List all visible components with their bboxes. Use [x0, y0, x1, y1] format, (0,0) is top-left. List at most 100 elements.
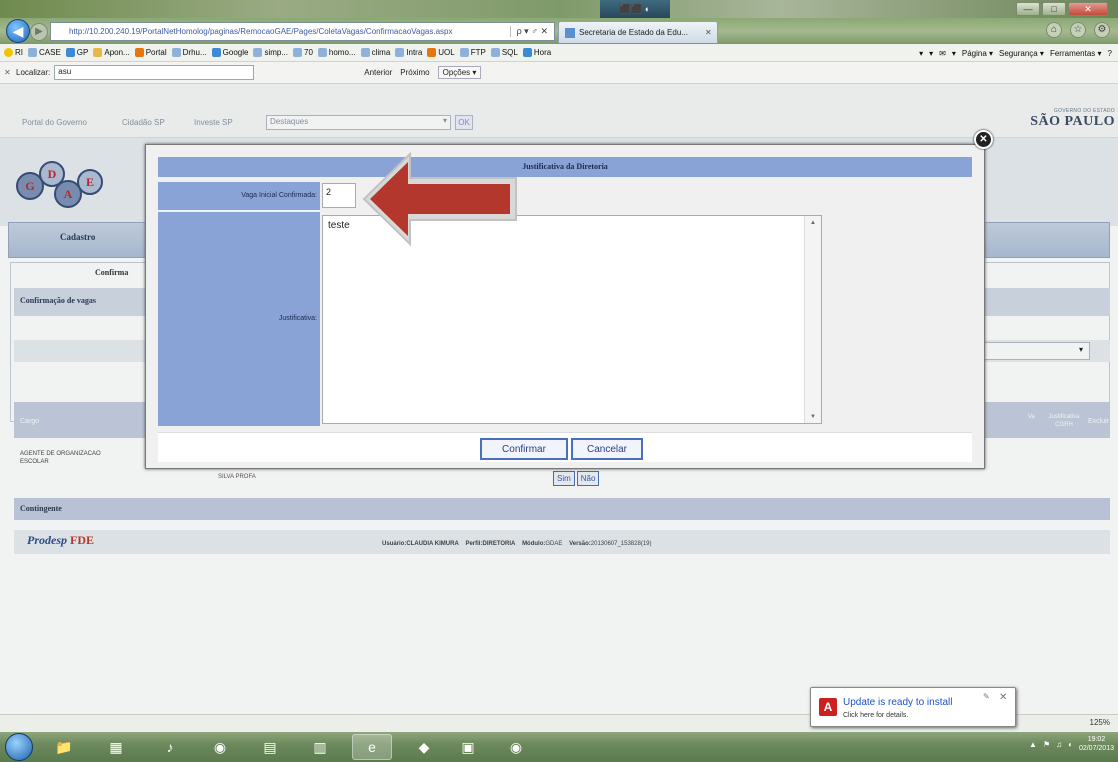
page-icon: [427, 48, 437, 57]
scroll-up-icon[interactable]: ▲: [810, 220, 816, 226]
page-icon: [490, 48, 500, 57]
page-icon: [28, 48, 37, 57]
tab-close-icon[interactable]: ✕: [705, 28, 717, 37]
favorite-sql[interactable]: SQL: [490, 48, 518, 57]
browser-tab-active[interactable]: Secretaria de Estado da Edu... ✕: [558, 21, 718, 43]
find-options-button[interactable]: Opções ▾: [437, 66, 482, 79]
textarea-scrollbar[interactable]: ▲ ▼: [804, 216, 821, 423]
find-input[interactable]: asu: [54, 65, 255, 80]
taskbar-app-icon[interactable]: ◉: [496, 734, 536, 760]
favorite-apon[interactable]: Apon...: [93, 48, 130, 57]
favorite-hora[interactable]: Hora: [522, 48, 551, 57]
annotation-arrow-icon: [362, 151, 517, 247]
page-icon: [293, 48, 302, 57]
page-icon: [522, 48, 532, 57]
page-icon: [211, 48, 221, 57]
close-window-button[interactable]: ✕: [1068, 2, 1108, 16]
tray-volume-icon[interactable]: ♫: [1056, 740, 1062, 749]
favorite-drhu[interactable]: Drhu...: [171, 48, 207, 57]
favorite-homo[interactable]: homo...: [317, 48, 356, 57]
find-close-icon[interactable]: ✕: [4, 68, 14, 77]
justificativa-label: Justificativa:: [158, 212, 320, 426]
minimize-button[interactable]: —: [1016, 2, 1040, 16]
windows-taskbar: 📁 ▦ ♪ ◉ ▤ ▥ e ◆ ▣ ◉ ▲ ⚑ ♫ ◐ 19:02 02/07/…: [0, 732, 1118, 762]
zoom-level[interactable]: 125%: [1090, 718, 1110, 727]
system-tray: ▲ ⚑ ♫ ◐ 19:02 02/07/2013: [1029, 735, 1114, 753]
clock[interactable]: 19:02 02/07/2013: [1079, 735, 1114, 753]
favorites-icon[interactable]: ☆: [1070, 22, 1086, 38]
gear-icon[interactable]: ⚙: [1094, 22, 1110, 38]
scroll-down-icon[interactable]: ▼: [810, 414, 816, 420]
taskbar-app-icon[interactable]: ▥: [300, 734, 340, 760]
favorite-google[interactable]: Google: [211, 48, 248, 57]
back-button[interactable]: ◀: [6, 19, 30, 43]
taskbar-explorer-icon[interactable]: 📁: [44, 734, 84, 760]
tray-network-icon[interactable]: ◐: [1068, 740, 1073, 749]
window-titlebar: [0, 0, 1118, 18]
page-icon: [253, 48, 263, 57]
home-menu-icon[interactable]: ▾: [919, 49, 923, 58]
favorite-clima[interactable]: clima: [360, 48, 390, 57]
taskbar-media-icon[interactable]: ♪: [150, 734, 190, 760]
toast-close-icon[interactable]: ✕: [999, 692, 1007, 703]
mail-icon[interactable]: ✉: [939, 49, 946, 58]
dialog-title: Justificativa da Diretoria: [158, 157, 972, 177]
page-icon: [459, 48, 469, 57]
dialog-close-button[interactable]: ✕: [974, 130, 993, 149]
favorite-intra[interactable]: Intra: [395, 48, 422, 57]
update-notification[interactable]: A Update is ready to install Click here …: [810, 687, 1016, 727]
tray-flag-icon[interactable]: ⚑: [1043, 740, 1050, 749]
print-menu-icon[interactable]: ▾: [952, 49, 956, 58]
favorite-uol[interactable]: UOL: [427, 48, 455, 57]
taskbar-ie-icon[interactable]: e: [352, 734, 392, 760]
clock-time: 19:02: [1087, 736, 1106, 743]
page-icon: [171, 48, 181, 57]
page-icon: [93, 48, 103, 57]
command-bar: ▾ ▾ ✉ ▾ Página ▾ Segurança ▾ Ferramentas…: [919, 44, 1112, 62]
find-label: Localizar:: [16, 68, 51, 77]
page-icon: [134, 48, 144, 57]
cancelar-button[interactable]: Cancelar: [571, 438, 643, 460]
help-icon[interactable]: ?: [1108, 49, 1112, 58]
favorite-portal[interactable]: Portal: [134, 48, 167, 57]
window-controls: — □ ✕: [1016, 0, 1108, 18]
window-title-center: ⬛⬛ ◐: [600, 0, 670, 18]
feeds-menu-icon[interactable]: ▾: [929, 49, 933, 58]
taskbar-app-icon[interactable]: ▣: [448, 734, 488, 760]
vaga-inicial-input[interactable]: 2: [322, 183, 356, 208]
address-bar[interactable]: http://10.200.240.19/PortalNetHomolog/pa…: [50, 22, 555, 41]
favorite-70[interactable]: 70: [293, 48, 313, 57]
taskbar-app-icon[interactable]: ◉: [200, 734, 240, 760]
toast-subtitle: Click here for details.: [843, 712, 909, 719]
start-button[interactable]: [5, 733, 33, 761]
adobe-reader-icon: A: [819, 698, 837, 716]
browser-toolbar-right: ⌂ ☆ ⚙: [1046, 22, 1110, 38]
safety-menu[interactable]: Segurança ▾: [999, 49, 1044, 58]
favorite-simp[interactable]: simp...: [253, 48, 288, 57]
find-next-button[interactable]: Próximo: [400, 68, 429, 77]
address-actions-icon[interactable]: ρ ▾ ♂ ✕: [509, 26, 554, 37]
favorite-gp[interactable]: GP: [65, 48, 88, 57]
tray-expand-icon[interactable]: ▲: [1029, 740, 1037, 749]
tools-menu[interactable]: Ferramentas ▾: [1050, 49, 1102, 58]
tab-favicon-icon: [565, 27, 575, 38]
taskbar-app-icon[interactable]: ▦: [96, 734, 136, 760]
toast-options-icon[interactable]: ✎: [983, 692, 990, 701]
justificativa-dialog: Justificativa da Diretoria Vaga Inicial …: [145, 144, 985, 469]
page-icon: [65, 48, 75, 57]
home-icon[interactable]: ⌂: [1046, 22, 1062, 38]
toast-title[interactable]: Update is ready to install: [843, 697, 953, 708]
maximize-button[interactable]: □: [1042, 2, 1066, 16]
taskbar-app-icon[interactable]: ◆: [404, 734, 444, 760]
page-icon: [317, 48, 327, 57]
page-menu[interactable]: Página ▾: [962, 49, 993, 58]
find-previous-button[interactable]: Anterior: [364, 68, 392, 77]
forward-button[interactable]: ▶: [30, 23, 48, 41]
address-url[interactable]: http://10.200.240.19/PortalNetHomolog/pa…: [51, 27, 510, 36]
favorite-ftp[interactable]: FTP: [459, 48, 486, 57]
favorite-case[interactable]: CASE: [28, 48, 61, 57]
navigation-bar: ◀ ▶ http://10.200.240.19/PortalNetHomolo…: [0, 18, 1118, 44]
favorite-ri[interactable]: RI: [4, 48, 23, 57]
taskbar-app-icon[interactable]: ▤: [250, 734, 290, 760]
confirmar-button[interactable]: Confirmar: [480, 438, 568, 460]
